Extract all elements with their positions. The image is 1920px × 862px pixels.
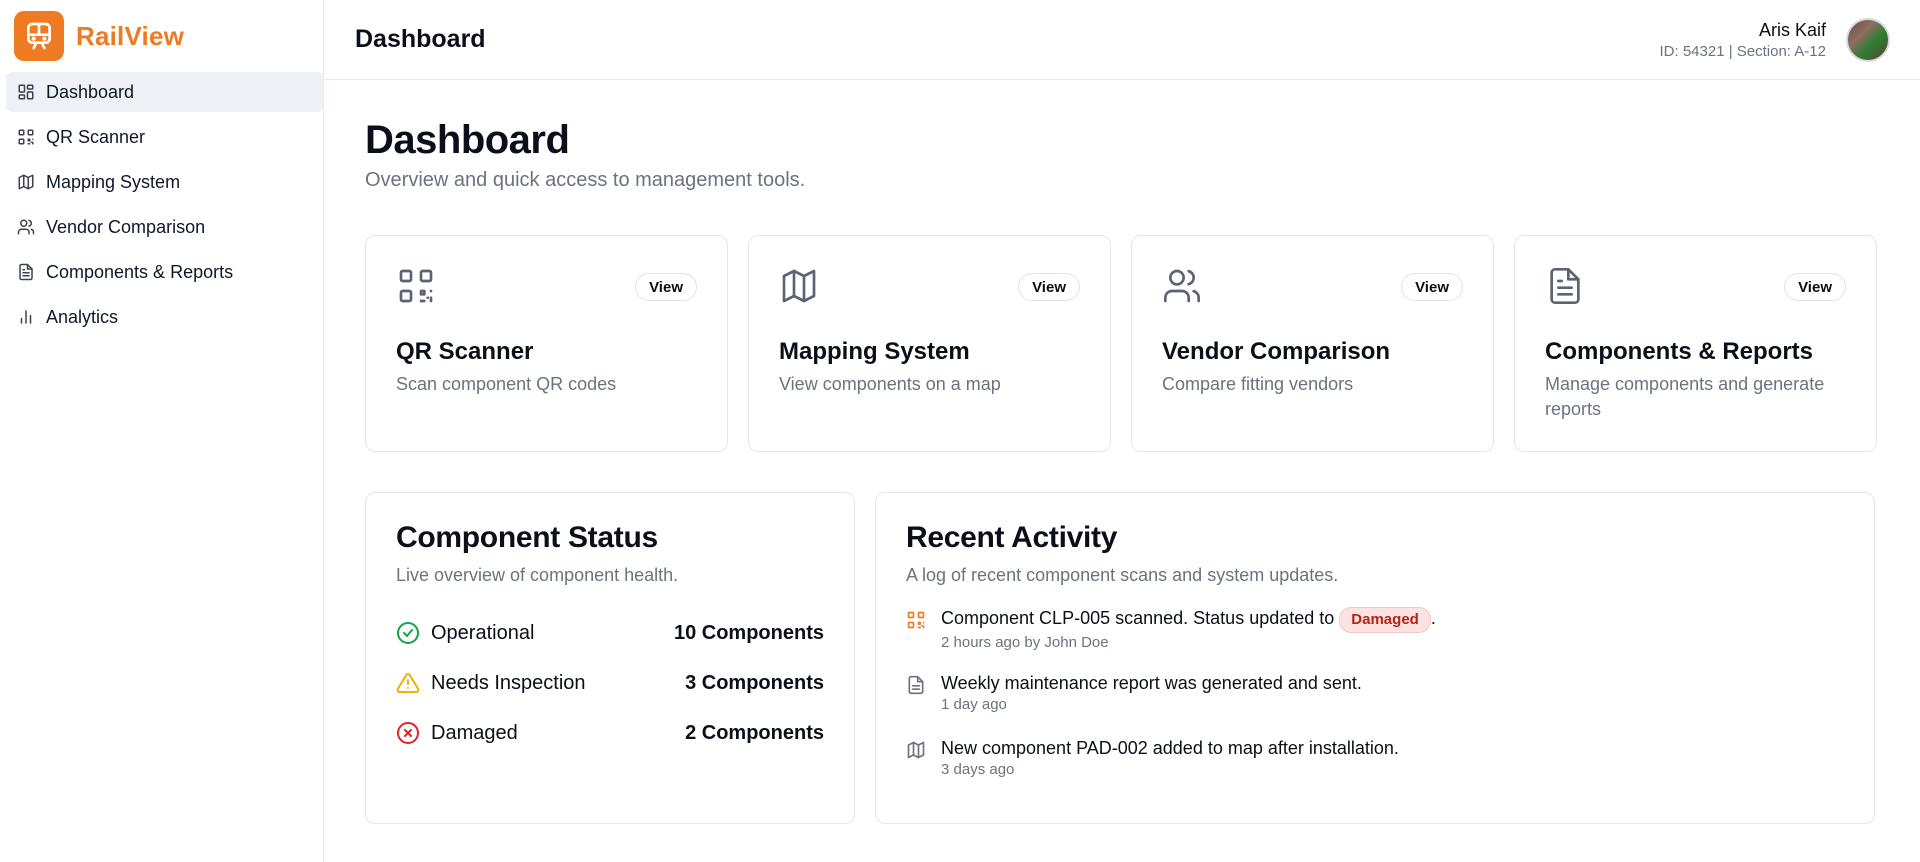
user-name: Aris Kaif [1758, 19, 1826, 40]
activity-message: Weekly maintenance report was generated … [941, 673, 1362, 693]
sidebar-nav: Dashboard QR Scanner Mapping System Vend… [0, 72, 323, 337]
file-text-icon [1545, 266, 1585, 306]
card-components-reports[interactable]: View Components & Reports Manage compone… [1514, 235, 1877, 452]
view-button[interactable]: View [635, 273, 697, 301]
top-header: Dashboard Aris Kaif ID: 54321 | Section:… [325, 0, 1920, 80]
card-description: Compare fitting vendors [1162, 374, 1354, 394]
panel-title: Recent Activity [906, 521, 1118, 554]
sidebar-item-components-reports[interactable]: Components & Reports [6, 252, 323, 292]
map-icon [16, 172, 36, 192]
status-label: Needs Inspection [431, 671, 586, 694]
activity-time: 1 day ago [941, 696, 1007, 713]
layout-grid-icon [16, 82, 36, 102]
header-title: Dashboard [355, 25, 486, 53]
file-text-icon [16, 262, 36, 282]
qr-code-icon [16, 127, 36, 147]
qr-code-icon [906, 610, 926, 630]
activity-item: Component CLP-005 scanned. Status update… [906, 606, 1844, 671]
status-row-needs-inspection: Needs Inspection 3 Components [396, 658, 824, 708]
page-subtitle: Overview and quick access to management … [365, 169, 806, 191]
sidebar: RailView Dashboard QR Scanner Mapping Sy… [0, 0, 324, 862]
status-list: Operational 10 Components Needs Inspecti… [396, 608, 824, 758]
user-meta: ID: 54321 | Section: A-12 [1659, 42, 1826, 60]
main-content: Dashboard Overview and quick access to m… [365, 80, 1877, 824]
page-title: Dashboard [365, 118, 570, 162]
activity-list: Component CLP-005 scanned. Status update… [906, 606, 1844, 801]
status-badge: Damaged [1339, 607, 1431, 633]
file-text-icon [906, 675, 926, 695]
status-row-damaged: Damaged 2 Components [396, 708, 824, 758]
activity-message: Component CLP-005 scanned. Status update… [941, 608, 1335, 628]
users-icon [1162, 266, 1202, 306]
panel-subtitle: A log of recent component scans and syst… [906, 565, 1339, 585]
panel-title: Component Status [396, 521, 658, 554]
sidebar-item-dashboard[interactable]: Dashboard [6, 72, 323, 112]
status-count: 10 Components [673, 621, 824, 644]
qr-code-icon [396, 266, 436, 306]
status-count: 3 Components [685, 671, 824, 694]
user-info: Aris Kaif ID: 54321 | Section: A-12 [1659, 20, 1826, 60]
brand-name: RailView [76, 20, 185, 51]
card-vendor-comparison[interactable]: View Vendor Comparison Compare fitting v… [1131, 235, 1494, 452]
sidebar-item-label: Dashboard [46, 81, 135, 102]
card-title: Vendor Comparison [1162, 338, 1391, 365]
card-title: Mapping System [779, 338, 970, 365]
map-icon [906, 740, 926, 760]
sidebar-item-vendor-comparison[interactable]: Vendor Comparison [6, 207, 323, 247]
recent-activity-panel: Recent Activity A log of recent componen… [875, 492, 1875, 824]
x-circle-icon [396, 721, 420, 745]
status-label: Operational [431, 621, 535, 644]
check-circle-icon [396, 621, 420, 645]
view-button[interactable]: View [1784, 273, 1846, 301]
card-mapping-system[interactable]: View Mapping System View components on a… [748, 235, 1111, 452]
card-title: QR Scanner [396, 338, 534, 365]
activity-suffix: . [1430, 608, 1436, 628]
map-icon [779, 266, 819, 306]
user-menu[interactable]: Aris Kaif ID: 54321 | Section: A-12 [1659, 17, 1890, 62]
sidebar-item-qr-scanner[interactable]: QR Scanner [6, 117, 323, 157]
bar-chart-icon [16, 307, 36, 327]
sidebar-item-mapping-system[interactable]: Mapping System [6, 162, 323, 202]
activity-message: New component PAD-002 added to map after… [941, 738, 1399, 758]
warning-triangle-icon [396, 671, 420, 695]
sidebar-item-label: Mapping System [46, 171, 181, 192]
activity-item: Weekly maintenance report was generated … [906, 671, 1844, 736]
activity-time: 2 hours ago by John Doe [941, 634, 1109, 651]
panel-subtitle: Live overview of component health. [396, 565, 679, 585]
sidebar-item-label: Components & Reports [46, 261, 234, 282]
sidebar-item-label: Analytics [46, 306, 119, 327]
view-button[interactable]: View [1401, 273, 1463, 301]
view-button[interactable]: View [1018, 273, 1080, 301]
sidebar-item-analytics[interactable]: Analytics [6, 297, 323, 337]
users-icon [16, 217, 36, 237]
card-description: Scan component QR codes [396, 374, 617, 394]
card-qr-scanner[interactable]: View QR Scanner Scan component QR codes [365, 235, 728, 452]
activity-text: Component CLP-005 scanned. Status update… [941, 606, 1436, 633]
card-title: Components & Reports [1545, 338, 1814, 365]
component-status-panel: Component Status Live overview of compon… [365, 492, 855, 824]
brand[interactable]: RailView [0, 0, 323, 72]
status-row-operational: Operational 10 Components [396, 608, 824, 658]
card-description: View components on a map [779, 374, 1001, 394]
quick-access-cards: View QR Scanner Scan component QR codes … [365, 235, 1877, 452]
status-count: 2 Components [685, 721, 824, 744]
sidebar-item-label: Vendor Comparison [46, 216, 206, 237]
activity-item: New component PAD-002 added to map after… [906, 736, 1844, 801]
train-icon [14, 11, 64, 61]
sidebar-item-label: QR Scanner [46, 126, 146, 147]
avatar[interactable] [1846, 17, 1890, 62]
status-label: Damaged [431, 721, 518, 744]
card-description: Manage components and generate reports [1545, 374, 1825, 419]
activity-time: 3 days ago [941, 761, 1015, 778]
